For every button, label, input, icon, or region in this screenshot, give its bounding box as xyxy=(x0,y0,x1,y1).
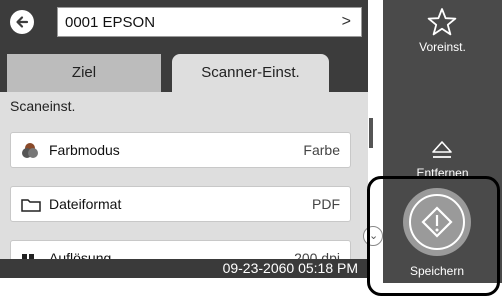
star-icon xyxy=(427,8,457,36)
tab-ziel[interactable]: Ziel xyxy=(7,54,161,92)
presets-button[interactable]: Voreinst. xyxy=(383,0,502,66)
presets-label: Voreinst. xyxy=(419,40,466,54)
tab-strip: Ziel Scanner-Einst. xyxy=(0,44,368,92)
save-button-highlight xyxy=(367,176,500,296)
top-bar: 0001 EPSON > xyxy=(0,0,368,44)
destination-field[interactable]: 0001 EPSON > xyxy=(57,7,362,37)
setting-row-file-format[interactable]: Dateiformat PDF xyxy=(10,186,351,222)
chevron-right-icon: > xyxy=(341,13,351,30)
scan-settings-panel: 0001 EPSON > Ziel Scanner-Einst. Scanein… xyxy=(0,0,368,278)
section-title: Scaneinst. xyxy=(10,98,76,114)
folder-icon xyxy=(21,199,41,212)
back-button[interactable] xyxy=(10,10,34,34)
arrow-left-icon xyxy=(16,16,29,28)
color-mode-icon xyxy=(22,143,38,158)
setting-value: Farbe xyxy=(303,142,340,158)
status-datetime: 09-23-2060 05:18 PM xyxy=(222,260,358,276)
setting-label: Farbmodus xyxy=(49,142,120,158)
setting-row-color-mode[interactable]: Farbmodus Farbe xyxy=(10,132,351,168)
eject-icon xyxy=(432,141,452,158)
setting-label: Dateiformat xyxy=(49,196,122,212)
scrollbar-thumb[interactable] xyxy=(369,118,373,148)
setting-value: PDF xyxy=(312,196,340,212)
remove-button[interactable]: Entfernen xyxy=(383,136,502,180)
status-bar: 09-23-2060 05:18 PM xyxy=(0,259,368,278)
tab-scanner-settings[interactable]: Scanner-Einst. xyxy=(172,54,329,92)
destination-value: 0001 EPSON xyxy=(65,14,156,31)
